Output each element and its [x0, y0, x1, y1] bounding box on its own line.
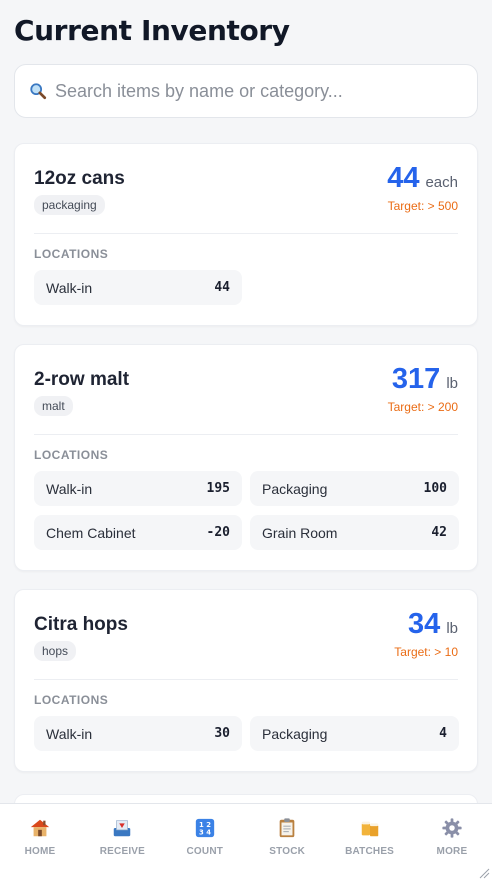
item-unit: each	[425, 174, 458, 191]
location-count: 195	[206, 481, 230, 496]
gear-icon	[442, 818, 462, 838]
tab-home[interactable]: HOME	[12, 804, 68, 881]
tab-label: HOME	[24, 846, 56, 857]
item-target: Target: > 500	[387, 199, 458, 213]
category-badge: hops	[34, 641, 77, 661]
divider	[34, 679, 458, 680]
location-name: Walk-in	[46, 480, 93, 497]
svg-text:3 4: 3 4	[199, 828, 211, 836]
locations-heading: LOCATIONS	[34, 693, 109, 707]
beer-mugs-icon	[361, 821, 378, 837]
location-count: 100	[423, 481, 447, 496]
location-chip[interactable]: Packaging 4	[250, 716, 459, 751]
location-name: Walk-in	[46, 279, 93, 296]
item-target: Target: > 200	[387, 400, 458, 414]
search-icon	[30, 83, 47, 100]
location-chip[interactable]: Walk-in 44	[34, 270, 242, 305]
location-name: Walk-in	[46, 725, 93, 742]
tab-label: MORE	[436, 846, 468, 857]
tab-label: COUNT	[186, 846, 224, 857]
search-bar[interactable]	[14, 64, 478, 118]
clipboard-icon	[279, 818, 295, 838]
inventory-card[interactable]: Citra hops hops 34 lb Target: > 10 LOCATI…	[14, 589, 478, 772]
tab-label: STOCK	[269, 846, 306, 857]
location-chip[interactable]: Chem Cabinet -20	[34, 515, 242, 550]
inbox-tray-icon	[114, 820, 131, 837]
inventory-card[interactable]: 12oz cans packaging 44 each Target: > 500…	[14, 143, 478, 326]
tab-label: BATCHES	[345, 846, 395, 857]
location-name: Grain Room	[262, 524, 338, 541]
locations-heading: LOCATIONS	[34, 247, 109, 261]
location-count: 4	[439, 726, 447, 741]
tab-receive[interactable]: RECEIVE	[94, 804, 150, 881]
divider	[34, 434, 458, 435]
item-name: Citra hops	[34, 614, 128, 635]
location-name: Packaging	[262, 725, 328, 742]
location-count: 42	[431, 525, 447, 540]
location-chip[interactable]: Packaging 100	[250, 471, 459, 506]
category-badge: malt	[34, 396, 73, 416]
inventory-card[interactable]: 2-row malt malt 317 lb Target: > 200 LOCA…	[14, 344, 478, 571]
item-quantity: 34	[408, 608, 441, 640]
bottom-nav: HOME RECEIVE 1 2 3 4 COUNT STOCK BATCHES…	[0, 803, 492, 881]
item-quantity: 317	[391, 363, 441, 395]
locations-heading: LOCATIONS	[34, 448, 109, 462]
inventory-page: Current Inventory 12oz cans packaging 44…	[0, 0, 492, 772]
item-unit: lb	[446, 375, 458, 392]
tab-stock[interactable]: STOCK	[259, 804, 315, 881]
location-name: Chem Cabinet	[46, 524, 136, 541]
item-unit: lb	[446, 620, 458, 637]
divider	[34, 233, 458, 234]
location-name: Packaging	[262, 480, 328, 497]
tab-label: RECEIVE	[99, 846, 146, 857]
search-input[interactable]	[55, 80, 463, 102]
location-count: 44	[214, 280, 230, 295]
item-name: 12oz cans	[34, 168, 125, 189]
item-name: 2-row malt	[34, 369, 130, 390]
category-badge: packaging	[34, 195, 105, 215]
location-count: 30	[214, 726, 230, 741]
location-chip[interactable]: Walk-in 195	[34, 471, 242, 506]
tab-more[interactable]: MORE	[424, 804, 480, 881]
numbers-icon: 1 2 3 4	[195, 818, 214, 838]
house-icon	[30, 819, 50, 837]
location-count: -20	[206, 525, 230, 540]
tab-count[interactable]: 1 2 3 4 COUNT	[177, 804, 233, 881]
item-quantity: 44	[387, 162, 420, 194]
tab-batches[interactable]: BATCHES	[342, 804, 398, 881]
resize-grip-icon[interactable]	[478, 867, 490, 879]
location-chip[interactable]: Grain Room 42	[250, 515, 459, 550]
location-chip[interactable]: Walk-in 30	[34, 716, 242, 751]
page-title: Current Inventory	[14, 14, 290, 47]
item-target: Target: > 10	[394, 645, 458, 659]
